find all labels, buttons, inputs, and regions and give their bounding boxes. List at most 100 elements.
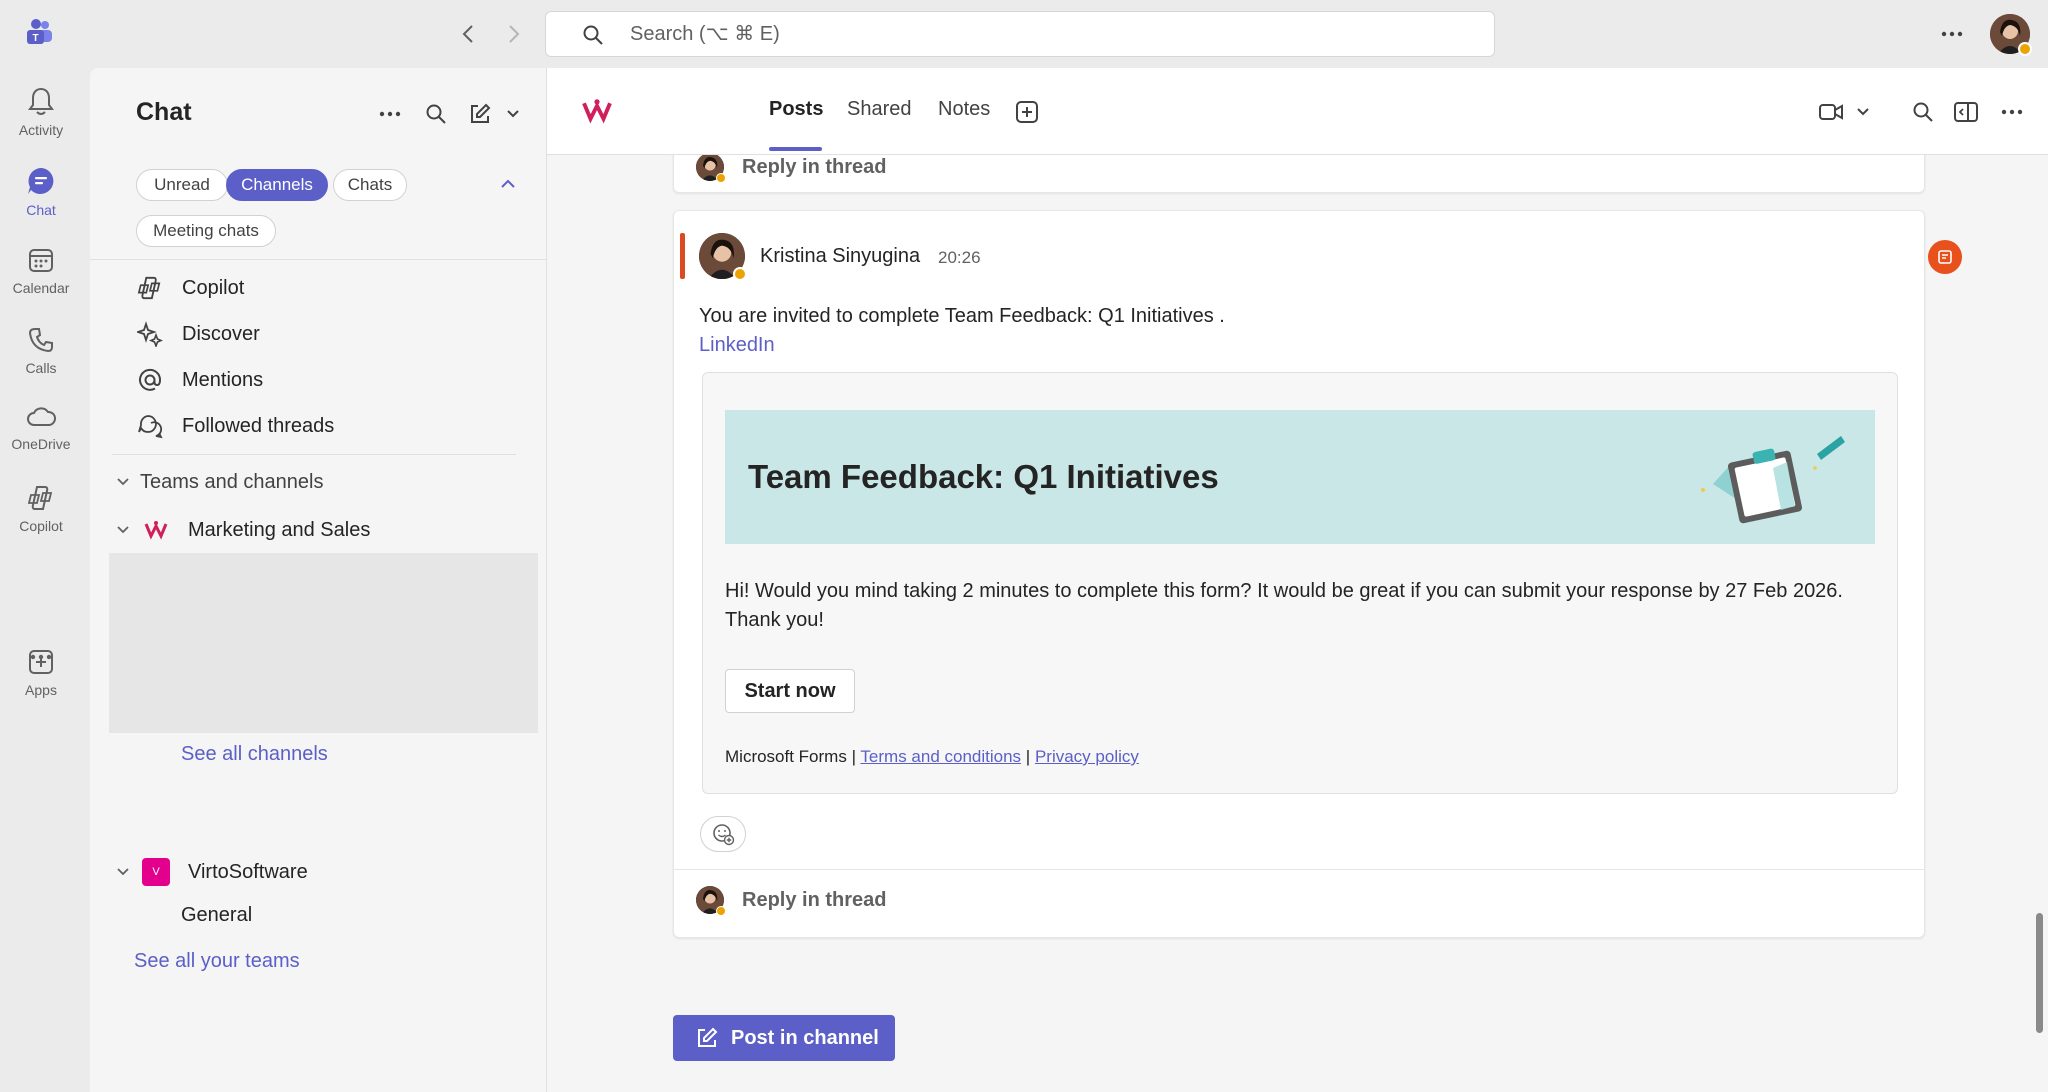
see-all-channels-link[interactable]: See all channels: [181, 743, 328, 766]
presence-away-badge: [2018, 42, 2032, 56]
at-icon: [136, 366, 164, 394]
phone-icon: [27, 326, 55, 354]
more-options-icon[interactable]: [1998, 98, 2026, 126]
rail-item-activity[interactable]: Activity: [0, 74, 82, 148]
tab-posts[interactable]: Posts: [769, 98, 823, 121]
nav-label: Followed threads: [182, 414, 335, 437]
channel-pane: Posts Shared Notes Reply in thread Krist…: [547, 68, 2048, 1092]
terms-link[interactable]: Terms and conditions: [860, 747, 1021, 766]
post-timestamp: 20:26: [938, 248, 981, 267]
rail-item-calendar[interactable]: Calendar: [0, 234, 82, 308]
user-avatar: [696, 155, 726, 183]
rail-label: OneDrive: [11, 436, 71, 452]
calendar-icon: [27, 246, 55, 274]
open-side-panel-icon[interactable]: [1952, 98, 1980, 126]
separator: |: [851, 747, 856, 766]
post-in-channel-button[interactable]: Post in channel: [673, 1015, 895, 1061]
tab-shared[interactable]: Shared: [847, 98, 912, 121]
reply-in-thread-button[interactable]: Reply in thread: [696, 155, 887, 183]
copilot-icon: [136, 274, 164, 302]
nav-item-mentions[interactable]: Mentions: [136, 362, 263, 398]
presence-away-badge: [716, 906, 726, 916]
reply-label: Reply in thread: [742, 888, 887, 911]
rail-item-onedrive[interactable]: OneDrive: [0, 392, 82, 466]
chevron-down-icon: [114, 473, 132, 491]
privacy-link[interactable]: Privacy policy: [1035, 747, 1139, 766]
rail-label: Calls: [25, 360, 57, 376]
nav-item-copilot[interactable]: Copilot: [136, 270, 244, 306]
nav-label: Copilot: [182, 276, 245, 299]
separator: |: [1025, 747, 1031, 766]
rail-item-calls[interactable]: Calls: [0, 314, 82, 388]
search-box[interactable]: [545, 11, 1495, 57]
chevron-down-icon: [507, 110, 519, 118]
reply-label: Reply in thread: [742, 155, 887, 178]
nav-item-followed-threads[interactable]: Followed threads: [136, 408, 334, 444]
team-name: Marketing and Sales: [188, 518, 371, 541]
emoji-add-icon: [713, 824, 735, 846]
rail-item-chat[interactable]: Chat: [0, 154, 82, 228]
user-avatar: [696, 886, 726, 916]
new-chat-button[interactable]: [468, 100, 520, 128]
forward-icon[interactable]: [500, 20, 528, 48]
filter-unread[interactable]: Unread: [136, 169, 228, 201]
section-label: Teams and channels: [140, 470, 324, 493]
see-all-teams-link[interactable]: See all your teams: [134, 950, 300, 973]
chevron-up-icon[interactable]: [500, 178, 516, 190]
team-marketing-and-sales[interactable]: Marketing and Sales: [114, 513, 370, 547]
bell-icon: [27, 86, 55, 116]
rail-label: Activity: [18, 122, 64, 138]
rail-label: Chat: [26, 202, 56, 218]
more-options-icon[interactable]: [376, 100, 404, 128]
sparkle-icon: [136, 320, 164, 348]
author-avatar[interactable]: [699, 233, 747, 281]
previous-post-card: Reply in thread: [673, 155, 1925, 193]
post-message: You are invited to complete Team Feedbac…: [699, 305, 1225, 327]
presence-away-badge: [716, 173, 726, 183]
filter-channels[interactable]: Channels: [226, 169, 328, 201]
reply-in-thread-button[interactable]: Reply in thread: [696, 886, 887, 916]
search-input[interactable]: [630, 12, 1430, 56]
search-icon: [582, 24, 604, 46]
start-now-button[interactable]: Start now: [725, 669, 855, 713]
back-icon[interactable]: [454, 20, 482, 48]
search-icon[interactable]: [422, 100, 450, 128]
rail-label: Copilot: [19, 518, 63, 534]
filter-chats[interactable]: Chats: [333, 169, 407, 201]
search-icon[interactable]: [1909, 98, 1937, 126]
add-reaction-button[interactable]: [700, 816, 746, 852]
forms-app-icon[interactable]: [1928, 240, 1962, 274]
divider: [674, 869, 1924, 870]
nav-item-discover[interactable]: Discover: [136, 316, 260, 352]
more-options-icon[interactable]: [1936, 20, 1968, 48]
team-logo-icon: V: [142, 858, 170, 886]
channel-list-placeholder: [109, 553, 538, 733]
meet-now-button[interactable]: [1818, 98, 1870, 126]
channel-general[interactable]: General: [181, 898, 252, 932]
rail-label: Calendar: [12, 280, 70, 296]
nav-label: Mentions: [182, 368, 264, 391]
add-tab-icon[interactable]: [1015, 100, 1039, 124]
form-description: Hi! Would you mind taking 2 minutes to c…: [725, 580, 1843, 631]
user-avatar[interactable]: [1990, 14, 2032, 56]
chat-list-pane: Chat Unread Channels Chats Meeting chats…: [90, 68, 547, 1092]
author-name[interactable]: Kristina Sinyugina: [760, 245, 920, 268]
add-apps-icon: [27, 648, 55, 676]
cloud-icon: [26, 404, 56, 430]
team-logo-icon: [142, 520, 170, 540]
pane-title: Chat: [136, 98, 192, 126]
team-virtosoftware[interactable]: V VirtoSoftware: [114, 855, 308, 889]
rail-item-copilot[interactable]: Copilot: [0, 472, 82, 546]
teams-and-channels-header[interactable]: Teams and channels: [114, 465, 323, 499]
rail-item-apps[interactable]: Apps: [0, 636, 82, 710]
chevron-down-icon: [114, 863, 132, 881]
compose-icon: [471, 103, 491, 123]
scrollbar-thumb[interactable]: [2036, 913, 2043, 1033]
filter-meeting-chats[interactable]: Meeting chats: [136, 215, 276, 247]
title-bar: T: [0, 0, 2048, 68]
tab-notes[interactable]: Notes: [938, 98, 990, 121]
form-banner: Team Feedback: Q1 Initiatives: [725, 410, 1875, 544]
linkedin-link[interactable]: LinkedIn: [699, 334, 775, 357]
post-button-label: Post in channel: [731, 1026, 879, 1049]
teams-logo-icon[interactable]: T: [24, 18, 54, 48]
